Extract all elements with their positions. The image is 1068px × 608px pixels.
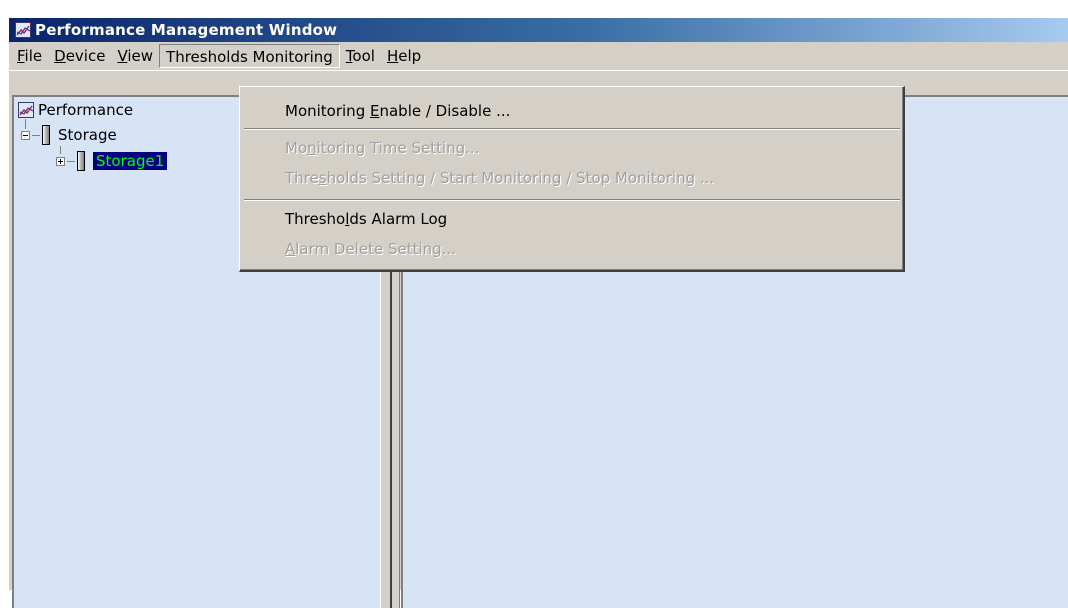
tree-label-performance: Performance [38, 101, 134, 119]
menu-separator [244, 128, 900, 130]
menu-thresholds-monitoring[interactable]: Thresholds Monitoring [159, 44, 340, 68]
tree-node-storage1[interactable]: Storage1 [56, 151, 168, 171]
menu-device-mnemonic: D [54, 47, 66, 65]
menu-item-text: nable / Disable ... [379, 102, 511, 120]
menu-item-thresholds-alarm-log[interactable]: Thresholds Alarm Log [285, 204, 447, 234]
tree-connector [67, 160, 75, 162]
menu-item-alarm-delete-setting[interactable]: Alarm Delete Setting... [285, 234, 456, 264]
menu-item-text: ds Alarm Log [349, 210, 448, 228]
menu-item-monitoring-time-setting[interactable]: Monitoring Time Setting... [285, 133, 480, 163]
menu-item-text: itoring Time Setting... [316, 139, 480, 157]
menu-file[interactable]: File [11, 44, 48, 68]
menu-item-monitoring-enable-disable[interactable]: Monitoring Enable / Disable ... [285, 96, 510, 126]
menu-item-text: Monitoring [285, 102, 370, 120]
tree-node-storage[interactable]: Storage [21, 125, 117, 145]
menu-file-mnemonic: F [17, 47, 25, 65]
window-title: Performance Management Window [35, 21, 338, 39]
menu-thresholds-monitoring-label: Thresholds Monitoring [166, 48, 333, 66]
menu-item-text: Thre [285, 169, 319, 187]
menu-tool[interactable]: Tool [340, 44, 381, 68]
tree-connector [32, 134, 40, 136]
title-bar[interactable]: Performance Management Window [9, 18, 1068, 42]
thresholds-monitoring-dropdown: Monitoring Enable / Disable ... Monitori… [239, 86, 905, 272]
menu-help[interactable]: Help [381, 44, 427, 68]
tree-label-storage1: Storage1 [93, 152, 168, 170]
menu-help-label: elp [398, 47, 422, 65]
menu-item-mnemonic: s [318, 169, 327, 187]
menu-bar: File Device View Thresholds Monitoring T… [9, 42, 1068, 71]
menu-help-mnemonic: H [386, 47, 399, 65]
menu-separator [244, 199, 900, 201]
collapse-icon[interactable] [21, 130, 30, 140]
storage-device-icon [77, 151, 85, 171]
menu-tool-label: ool [352, 47, 375, 65]
tree-label-storage: Storage [58, 126, 117, 144]
menu-item-text: Mo [285, 139, 308, 157]
chart-window-icon [15, 22, 31, 38]
performance-chart-icon [18, 102, 34, 118]
expand-icon[interactable] [56, 156, 65, 166]
tree-node-performance[interactable]: Performance [18, 101, 133, 119]
menu-item-mnemonic: A [285, 240, 296, 258]
storage-device-icon [42, 125, 50, 145]
menu-item-mnemonic: n [307, 139, 317, 157]
menu-device[interactable]: Device [48, 44, 111, 68]
menu-item-text: holds Setting / Start Monitoring / Stop … [326, 169, 715, 187]
menu-view-mnemonic: V [117, 47, 128, 65]
menu-item-text: larm Delete Setting... [295, 240, 456, 258]
menu-item-thresholds-setting[interactable]: Thresholds Setting / Start Monitoring / … [285, 163, 714, 193]
menu-file-label: ile [24, 47, 43, 65]
menu-item-text: Thresho [285, 210, 346, 228]
menu-device-label: evice [65, 47, 106, 65]
menu-view[interactable]: View [111, 44, 159, 68]
menu-view-label: iew [127, 47, 154, 65]
